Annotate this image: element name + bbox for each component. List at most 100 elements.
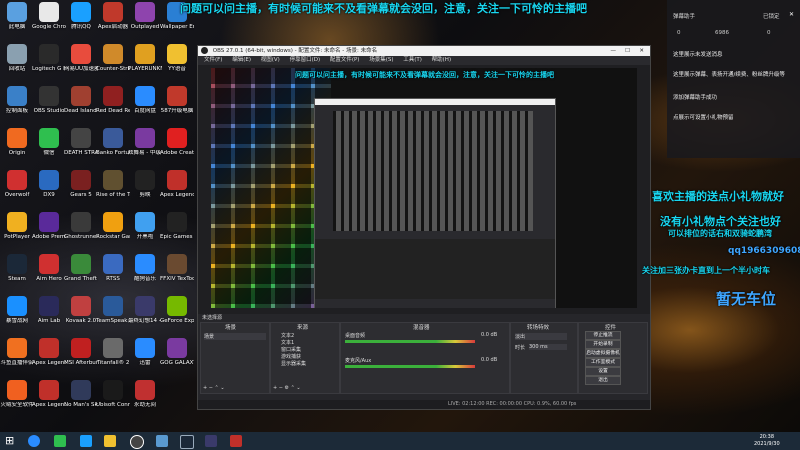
obs-taskbar-icon[interactable] (130, 435, 144, 449)
desktop-icon[interactable]: 开黑啦 (128, 212, 162, 241)
desktop-icon[interactable]: FFXIV TexTools (160, 254, 194, 283)
desktop-icon[interactable]: Apex Legends (160, 170, 194, 199)
desktop-icon[interactable]: Counter-Strike: Global Off... (96, 44, 130, 73)
menu-help[interactable]: 帮助(H) (432, 57, 451, 63)
desktop-icon[interactable]: 控制面板 (0, 86, 34, 115)
desktop-icon[interactable]: PotPlayer (0, 212, 34, 241)
source-item[interactable]: 游戏捕获 (281, 353, 301, 360)
desktop-icon[interactable]: 此电脑 (0, 2, 34, 31)
desktop-icon[interactable]: 网易UU加速器 (64, 44, 98, 73)
desktop-icon[interactable]: Overwolf (0, 170, 34, 199)
app2-taskbar-icon[interactable] (205, 435, 217, 447)
desktop-icon[interactable]: Adobe Creati... (160, 128, 194, 157)
desktop-icon[interactable]: DEATH STRANDING (64, 128, 98, 157)
desktop-icon[interactable]: Dead Island Riptide Defi... (64, 86, 98, 115)
desktop-icon[interactable]: 回收站 (0, 44, 34, 73)
exit-button[interactable]: 退出 (585, 376, 621, 385)
sources-add-button[interactable]: + − ⚙ ⌃ ⌄ (273, 385, 301, 391)
desktop-icon[interactable]: Kovaak 2.0 (64, 296, 98, 325)
desktop-icon[interactable]: 微信 (32, 128, 66, 157)
desktop-icon[interactable]: 酷狗音乐 (128, 254, 162, 283)
desktop-icon[interactable]: Gears 5 (64, 170, 98, 199)
desktop-icon[interactable]: TeamSpeak 3 Client (96, 296, 130, 325)
desktop-icon[interactable]: 暴雪战网 (0, 296, 34, 325)
close-button[interactable]: ✕ (639, 46, 644, 56)
desktop-icon[interactable]: Red Dead Redempti... (96, 86, 130, 115)
desktop-icon[interactable]: Aim Hero (32, 254, 66, 283)
menu-tools[interactable]: 工具(T) (403, 57, 422, 63)
desktop-icon[interactable]: Outplayed (128, 2, 162, 31)
desktop-icon[interactable]: 腾讯QQ (64, 2, 98, 31)
desktop-icon[interactable]: 斗鱼直播伴侣 (0, 338, 34, 367)
desktop-icon[interactable]: Logitech G HUB (32, 44, 66, 73)
desktop-icon[interactable]: GeForce Experience (160, 296, 194, 325)
maximize-button[interactable]: ☐ (625, 46, 630, 56)
windows-start-icon[interactable]: ⊞ (5, 435, 17, 447)
transition-select[interactable]: 淡出 (515, 333, 567, 340)
desktop-icon[interactable]: 炫舞易 - 中级 x (128, 128, 162, 157)
desktop-icon[interactable]: No Man's Sky (64, 380, 98, 409)
desktop-icon[interactable]: Rockstar Games... (96, 212, 130, 241)
virtual-camera-button[interactable]: 启动虚拟摄像机 (585, 349, 621, 358)
minimize-button[interactable]: — (611, 46, 617, 56)
menu-docks[interactable]: 停靠窗口(D) (290, 57, 321, 63)
kook-taskbar-icon[interactable] (28, 435, 40, 447)
chat-lock-toggle[interactable]: 已锁定 (763, 12, 780, 20)
wechat-taskbar-icon[interactable] (54, 435, 66, 447)
desktop-icon[interactable]: PLAYERUNKNOWN'S BATTLEGR... (128, 44, 162, 73)
explorer-taskbar-icon[interactable] (104, 435, 116, 447)
desktop-icon[interactable]: OBS Studio (32, 86, 66, 115)
desktop-icon[interactable]: 最终幻想14 - 中国版 (128, 296, 162, 325)
qq-taskbar-icon[interactable] (80, 435, 92, 447)
desktop-icon[interactable]: 永劫无间 (128, 380, 162, 409)
desktop-icon[interactable]: 剪映 (128, 170, 162, 199)
menu-file[interactable]: 文件(F) (204, 57, 222, 63)
desktop-icon[interactable]: 迅雷 (128, 338, 162, 367)
menu-edit[interactable]: 编辑(E) (232, 57, 251, 63)
menu-profile[interactable]: 配置文件(P) (330, 57, 360, 63)
desktop-icon[interactable]: 火绒安全软件 (0, 380, 34, 409)
desktop-icon[interactable]: Apex Legends (32, 338, 66, 367)
menu-view[interactable]: 视图(V) (261, 57, 280, 63)
desktop-icon[interactable]: Google Chrome (32, 2, 66, 31)
obs-preview-canvas[interactable]: 问题可以问主播，有时候可能来不及看弹幕就会没回，注意，关注一下可怜的主播吧 (211, 68, 637, 308)
desktop-icon[interactable]: Banko Fortune ... (96, 128, 130, 157)
desktop-icon[interactable]: MSI Afterburner (64, 338, 98, 367)
source-item[interactable]: 窗口采集 (281, 346, 301, 353)
desktop-icon[interactable]: Rise of the Tomb Ra... (96, 170, 130, 199)
source-item[interactable]: 文本2 (281, 332, 294, 339)
scenes-add-button[interactable]: + − ⌃ ⌄ (203, 385, 225, 391)
menu-scene-collection[interactable]: 场景集(S) (369, 57, 393, 63)
duration-input[interactable]: 300 ms (529, 344, 567, 350)
source-item[interactable]: 显示器采集 (281, 360, 306, 367)
desktop-icon[interactable]: Aim Lab (32, 296, 66, 325)
desktop-icon[interactable]: Adobe Premie... (32, 212, 66, 241)
app-taskbar-icon[interactable] (156, 435, 168, 447)
desktop-icon[interactable]: 百度网盘 (128, 86, 162, 115)
stop-stream-button[interactable]: 停止推流 (585, 331, 621, 340)
desktop-icon[interactable]: Titanfall® 2 (96, 338, 130, 367)
desktop-icon[interactable]: Ubisoft Connect (96, 380, 130, 409)
chat-close-icon[interactable]: ✕ (789, 11, 794, 18)
desktop-icon[interactable]: GOG GALAXY... (160, 338, 194, 367)
desktop-icon[interactable]: Grand Theft Auto V (64, 254, 98, 283)
start-recording-button[interactable]: 开始录制 (585, 340, 621, 349)
obs-window[interactable]: OBS 27.0.1 (64-bit, windows) - 配置文件: 未命名… (197, 45, 651, 410)
apex-taskbar-icon[interactable] (230, 435, 242, 447)
desktop-icon[interactable]: Ghostrunner - 幽灵行者 (64, 212, 98, 241)
studio-mode-button[interactable]: 工作室模式 (585, 358, 621, 367)
desktop-icon[interactable]: YY语音 (160, 44, 194, 73)
settings-button[interactable]: 设置 (585, 367, 621, 376)
desktop-icon[interactable]: Origin (0, 128, 34, 157)
scene-item[interactable]: 场景 (204, 333, 266, 340)
source-item[interactable]: 文本1 (281, 339, 294, 346)
desktop-icon[interactable]: Steam (0, 254, 34, 283)
system-clock[interactable]: 20:38 2021/9/30 (754, 434, 780, 448)
desktop-icon[interactable]: Epic Games Launcher (160, 212, 194, 241)
desktop-icon[interactable]: DX9 (32, 170, 66, 199)
steam-taskbar-icon[interactable] (180, 435, 194, 449)
desktop-icon[interactable]: Apex启动器 (96, 2, 130, 31)
desktop-icon[interactable]: Apex Legends (32, 380, 66, 409)
desktop-icon[interactable]: 587升级电脑 (160, 86, 194, 115)
desktop-icon[interactable]: RTSS (96, 254, 130, 283)
